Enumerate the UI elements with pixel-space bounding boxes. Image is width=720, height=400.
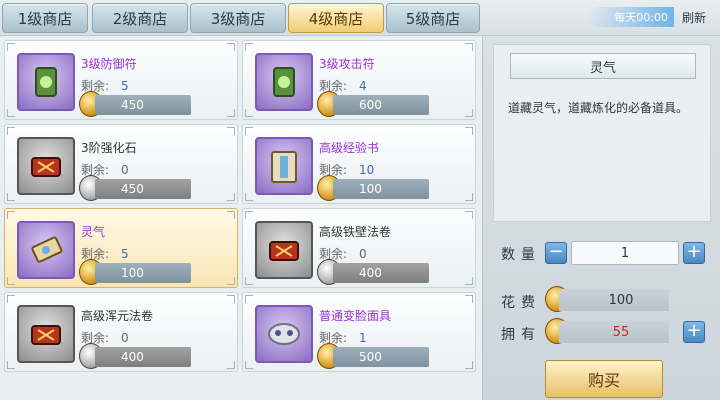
shop-item-card[interactable]: 3阶强化石 剩余: 0 450 — [4, 124, 238, 204]
item-name: 普通变脸面具 — [319, 309, 392, 323]
item-price: 450 — [95, 179, 191, 199]
detail-title: 灵气 — [510, 53, 696, 79]
item-price: 100 — [333, 179, 429, 199]
refresh-timer: 每天00:00 — [588, 7, 674, 27]
decrease-quantity-button[interactable]: − — [545, 242, 567, 264]
amulet-icon — [17, 53, 75, 111]
stone-icon — [17, 137, 75, 195]
item-price: 100 — [95, 263, 191, 283]
quantity-input[interactable]: 1 — [571, 241, 679, 265]
add-currency-button[interactable]: + — [683, 321, 705, 343]
shop-item-grid: 3级防御符 剩余: 5 450 3级攻击符 剩余: 4 600 3阶强化石 剩余: 0… — [0, 36, 482, 400]
cost-value: 100 — [559, 289, 669, 311]
scroll-icon — [255, 221, 313, 279]
buy-button[interactable]: 购买 — [545, 360, 663, 398]
tab-shop-level-3[interactable]: 3级商店 — [190, 3, 286, 33]
shop-item-card[interactable]: 普通变脸面具 剩余: 1 500 — [242, 292, 476, 372]
owned-value: 55 — [559, 321, 669, 343]
item-name: 3级防御符 — [81, 57, 137, 71]
item-description-box: 灵气 道藏灵气，道藏炼化的必备道具。 — [493, 44, 711, 222]
shop-item-card[interactable]: 高级铁壁法卷 剩余: 0 400 — [242, 208, 476, 288]
quantity-label: 数量 — [501, 247, 541, 263]
tab-shop-level-4[interactable]: 4级商店 — [288, 3, 384, 33]
item-price: 400 — [333, 263, 429, 283]
item-name: 高级经验书 — [319, 141, 380, 155]
mask-icon — [255, 305, 313, 363]
item-price: 400 — [95, 347, 191, 367]
item-price: 600 — [333, 95, 429, 115]
book-icon — [255, 137, 313, 195]
tab-shop-level-2[interactable]: 2级商店 — [92, 3, 188, 33]
tab-shop-level-1[interactable]: 1级商店 — [2, 3, 88, 33]
shop-item-card[interactable]: 3级防御符 剩余: 5 450 — [4, 40, 238, 120]
item-price: 500 — [333, 347, 429, 367]
talisman-icon — [17, 221, 75, 279]
item-name: 灵气 — [81, 225, 106, 239]
own-label: 拥有 — [501, 327, 541, 343]
item-name: 高级铁壁法卷 — [319, 225, 392, 239]
item-price: 450 — [95, 95, 191, 115]
amulet-icon — [255, 53, 313, 111]
scroll-icon — [17, 305, 75, 363]
shop-item-card[interactable]: 高级经验书 剩余: 10 100 — [242, 124, 476, 204]
refresh-area: 每天00:00 刷新 — [588, 6, 720, 28]
item-name: 高级浑元法卷 — [81, 309, 154, 323]
item-detail-panel: 灵气 道藏灵气，道藏炼化的必备道具。 数量 − 1 + 花费 100 拥有 55… — [482, 36, 720, 400]
item-name: 3阶强化石 — [81, 141, 137, 155]
tab-shop-level-5[interactable]: 5级商店 — [386, 3, 480, 33]
refresh-button[interactable]: 刷新 — [682, 9, 706, 26]
shop-item-card[interactable]: 3级攻击符 剩余: 4 600 — [242, 40, 476, 120]
cost-label: 花费 — [501, 295, 541, 311]
detail-description: 道藏灵气，道藏炼化的必备道具。 — [508, 101, 689, 115]
shop-item-card-selected[interactable]: 灵气 剩余: 5 100 — [4, 208, 238, 288]
item-name: 3级攻击符 — [319, 57, 375, 71]
increase-quantity-button[interactable]: + — [683, 242, 705, 264]
shop-item-card[interactable]: 高级浑元法卷 剩余: 0 400 — [4, 292, 238, 372]
shop-tab-bar: 1级商店 2级商店 3级商店 4级商店 5级商店 每天00:00 刷新 — [0, 0, 720, 36]
